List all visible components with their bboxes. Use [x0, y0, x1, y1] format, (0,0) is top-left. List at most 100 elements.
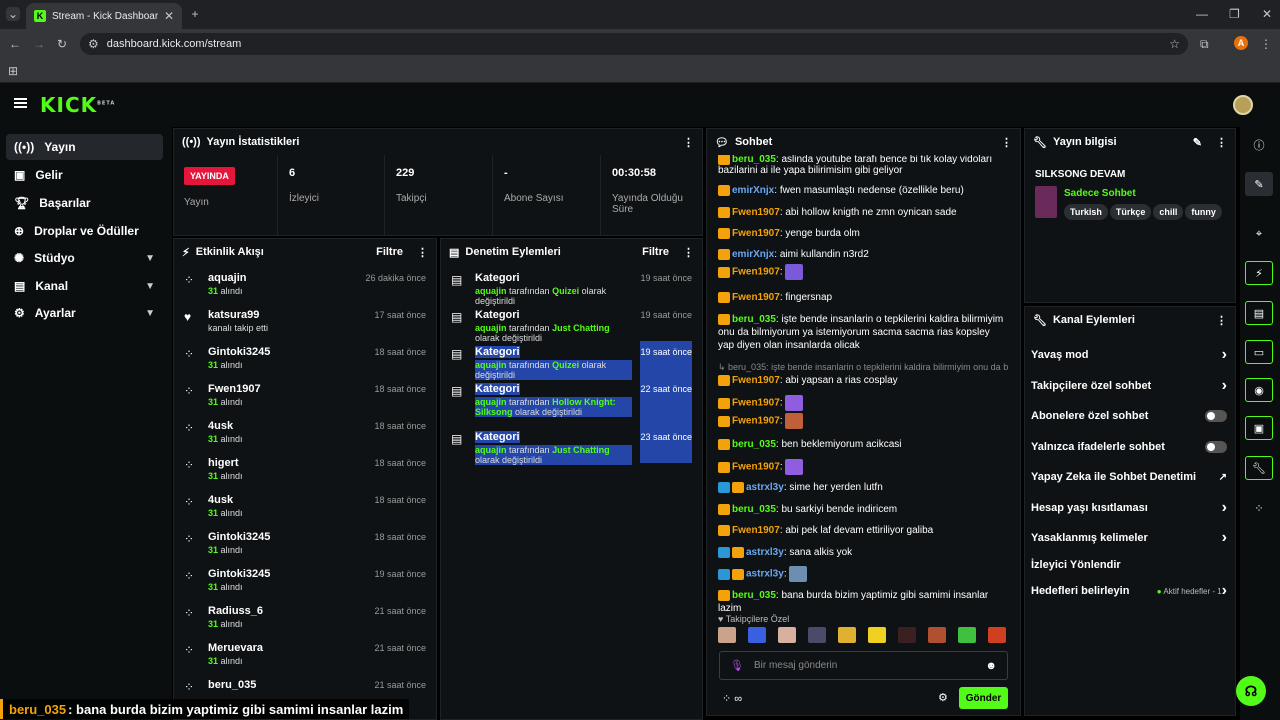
moderation-row[interactable]: ▤ Kategori aquajin tarafından Hollow Knigh… — [441, 378, 702, 426]
chat-username[interactable]: Fwen1907 — [732, 398, 780, 409]
activity-row[interactable]: ⁘ Gintoki3245 31 alındı 19 saat önce — [174, 563, 436, 600]
chat-settings-gear-icon[interactable]: ⚙ — [938, 691, 948, 704]
send-button[interactable]: Gönder — [959, 687, 1008, 709]
chat-username[interactable]: Fwen1907 — [732, 207, 780, 218]
emote-icon[interactable] — [808, 627, 826, 643]
toggle-switch[interactable] — [1205, 410, 1227, 422]
moderation-row[interactable]: ▤ Kategori aquajin tarafından Quizei olara… — [441, 341, 702, 380]
emote-icon[interactable] — [928, 627, 946, 643]
more-options-icon[interactable]: ⋮ — [1216, 314, 1227, 327]
chat-username[interactable]: beru_035 — [732, 314, 776, 325]
channel-action-8[interactable]: İzleyici Yönlendir — [1031, 555, 1227, 575]
filter-button[interactable]: Filtre — [376, 246, 403, 258]
restore-icon[interactable]: ❐ — [1229, 7, 1240, 21]
wrench-icon[interactable]: 🔧︎ — [1245, 456, 1273, 480]
chat-username[interactable]: astrxl3y — [746, 547, 784, 558]
hamburger-menu-icon[interactable] — [14, 98, 27, 108]
document-icon[interactable]: ▤ — [1245, 301, 1273, 325]
chat-username[interactable]: beru_035 — [732, 590, 776, 601]
close-tab-icon[interactable]: ✕ — [164, 9, 174, 23]
chat-bubble-icon[interactable]: ▭ — [1245, 340, 1273, 364]
reload-icon[interactable]: ↻ — [57, 37, 67, 51]
chat-username[interactable]: Fwen1907 — [732, 292, 780, 303]
moderation-row[interactable]: ▤ Kategori aquajin tarafından Quizei olara… — [441, 267, 702, 306]
chat-username[interactable]: Fwen1907 — [732, 416, 780, 427]
new-tab-icon[interactable]: + — [188, 7, 202, 21]
channel-action-5[interactable]: Yapay Zeka ile Sohbet Denetimi ↗ — [1031, 467, 1227, 487]
more-options-icon[interactable]: ⋮ — [683, 136, 694, 149]
more-options-icon[interactable]: ⋮ — [417, 246, 428, 259]
chat-username[interactable]: astrxl3y — [746, 482, 784, 493]
filter-button[interactable]: Filtre — [642, 246, 669, 258]
channel-action-4[interactable]: Yalnızca ifadelerle sohbet — [1031, 437, 1227, 457]
user-avatar[interactable] — [1233, 95, 1253, 115]
sidebar-item-basarilar[interactable]: 🏆︎ Başarılar — [6, 190, 163, 216]
sidebar-item-ayarlar[interactable]: ⚙ Ayarlar ▼ — [6, 300, 163, 326]
activity-row[interactable]: ⁘ 4usk 31 alındı 18 saat önce — [174, 489, 436, 526]
sidebar-item-studyo[interactable]: ✺ Stüdyo ▼ — [6, 245, 163, 271]
tag[interactable]: chill — [1153, 204, 1184, 220]
scan-icon[interactable]: ⌖ — [1245, 222, 1273, 246]
sidebar-item-droplar[interactable]: ⊕ Droplar ve Ödüller — [6, 218, 163, 244]
lightning-icon[interactable]: ⚡︎ — [1245, 261, 1273, 285]
moderation-row[interactable]: ▤ Kategori aquajin tarafından Just Chattin… — [441, 304, 702, 343]
edit-pencil-icon[interactable]: ✎ — [1193, 136, 1202, 149]
channel-action-6[interactable]: Hesap yaşı kısıtlaması › — [1031, 498, 1227, 518]
profile-avatar[interactable]: A — [1234, 36, 1248, 50]
activity-row[interactable]: ⁘ Fwen1907 31 alındı 18 saat önce — [174, 378, 436, 415]
tag[interactable]: funny — [1185, 204, 1222, 220]
emote-icon[interactable] — [748, 627, 766, 643]
stream-info-icon[interactable]: ▣ — [1245, 416, 1273, 440]
chat-username[interactable]: astrxl3y — [746, 569, 784, 580]
emote-icon[interactable] — [958, 627, 976, 643]
emote-icon[interactable] — [898, 627, 916, 643]
more-options-icon[interactable]: ⋮ — [1001, 136, 1012, 149]
sidebar-item-gelir[interactable]: ▣ Gelir — [6, 162, 163, 188]
activity-row[interactable]: ⁘ Meruevara 31 alındı 21 saat önce — [174, 637, 436, 674]
forward-icon[interactable]: → — [33, 37, 45, 51]
activity-row[interactable]: ♥ katsura99 kanalı takip etti 17 saat önce — [174, 304, 436, 341]
sidebar-item-yayin[interactable]: ((•)) Yayın — [6, 134, 163, 160]
more-options-icon[interactable]: ⋮ — [1216, 136, 1227, 149]
chat-username[interactable]: beru_035 — [732, 439, 776, 450]
activity-row[interactable]: ⁘ Radiuss_6 31 alındı 21 saat önce — [174, 600, 436, 637]
channel-action-7[interactable]: Yasaklanmış kelimeler › — [1031, 528, 1227, 548]
emoji-icon[interactable]: ☻ — [985, 660, 997, 672]
activity-row[interactable]: ⁘ aquajin 31 alındı 26 dakika önce — [174, 267, 436, 304]
close-window-icon[interactable]: ✕ — [1262, 7, 1272, 21]
info-icon[interactable]: ⓘ — [1245, 133, 1273, 157]
emote-icon[interactable] — [838, 627, 856, 643]
chat-username[interactable]: beru_035 — [732, 504, 776, 515]
points-infinity-icon[interactable]: ⁘ ∞ — [722, 692, 742, 705]
tag[interactable]: Turkish — [1064, 204, 1108, 220]
channel-action-1[interactable]: Yavaş mod › — [1031, 345, 1227, 365]
category-thumbnail[interactable] — [1035, 186, 1057, 218]
channel-action-9[interactable]: Hedefleri belirleyin ● Aktif hedefler - 1… — [1031, 581, 1227, 601]
chat-username[interactable]: Fwen1907 — [732, 462, 780, 473]
chat-username[interactable]: Fwen1907 — [732, 525, 780, 536]
chat-scrollbar[interactable] — [1020, 569, 1021, 609]
chat-username[interactable]: Fwen1907 — [732, 228, 780, 239]
channel-action-2[interactable]: Takipçilere özel sohbet › — [1031, 376, 1227, 396]
activity-row[interactable]: ⁘ 4usk 31 alındı 18 saat önce — [174, 415, 436, 452]
emote-icon[interactable] — [988, 627, 1006, 643]
kick-logo[interactable]: KICKBETA — [40, 93, 115, 117]
chat-username[interactable]: Fwen1907 — [732, 267, 780, 278]
emote-icon[interactable] — [868, 627, 886, 643]
moderation-row[interactable]: ▤ Kategori aquajin tarafından Just Chattin… — [441, 426, 702, 465]
toggle-switch[interactable] — [1205, 441, 1227, 453]
sidebar-item-kanal[interactable]: ▤ Kanal ▼ — [6, 273, 163, 299]
edit-pencil-icon[interactable]: ✎ — [1245, 172, 1273, 196]
chat-username[interactable]: emirXnjx — [732, 185, 774, 196]
more-options-icon[interactable]: ⋮ — [683, 246, 694, 259]
microphone-icon[interactable]: 🎙︎ — [730, 659, 744, 672]
drops-icon[interactable]: ⁘ — [1245, 496, 1273, 520]
browser-tab[interactable]: K Stream - Kick Dashboard ✕ — [26, 3, 182, 29]
activity-row[interactable]: ⁘ Gintoki3245 31 alındı 18 saat önce — [174, 526, 436, 563]
chat-username[interactable]: beru_035 — [732, 154, 776, 165]
activity-row[interactable]: ⁘ Gintoki3245 31 alındı 18 saat önce — [174, 341, 436, 378]
support-headset-icon[interactable]: ☊ — [1236, 676, 1266, 706]
tag[interactable]: Türkçe — [1109, 204, 1152, 220]
extensions-icon[interactable]: ⧉ — [1200, 37, 1209, 52]
category-name[interactable]: Sadece Sohbet — [1064, 188, 1136, 199]
